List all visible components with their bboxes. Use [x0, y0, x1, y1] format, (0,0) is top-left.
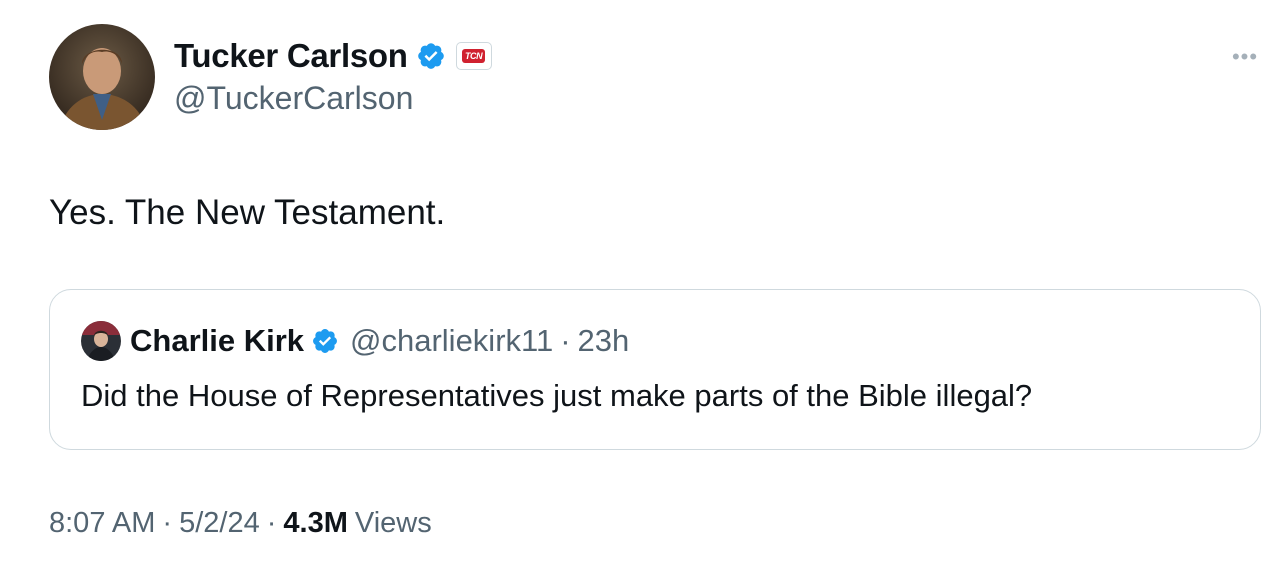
author-name-row: Tucker Carlson TCN: [174, 34, 492, 78]
author-display-name[interactable]: Tucker Carlson: [174, 37, 408, 75]
more-options-button[interactable]: •••: [1228, 40, 1262, 74]
tweet-meta: 8:07 AM · 5/2/24 · 4.3M Views: [49, 503, 432, 543]
views-count[interactable]: 4.3M: [283, 507, 347, 540]
quoted-tweet-text: Did the House of Representatives just ma…: [81, 378, 1033, 413]
tweet-time[interactable]: 8:07 AM: [49, 507, 155, 540]
quoted-author-avatar-image: [81, 321, 121, 361]
quoted-author-display-name[interactable]: Charlie Kirk: [130, 323, 304, 359]
verified-badge-icon: [416, 41, 446, 71]
tweet-text: Yes. The New Testament.: [49, 193, 446, 232]
affiliation-badge-label: TCN: [461, 49, 486, 63]
views-label[interactable]: Views: [355, 507, 432, 540]
quoted-author-row: Charlie Kirk @charliekirk11 · 23h: [130, 320, 629, 362]
meta-separator: ·: [162, 506, 173, 539]
quoted-verified-badge-icon: [311, 327, 339, 355]
tweet-date[interactable]: 5/2/24: [179, 507, 260, 540]
quoted-author-avatar[interactable]: [81, 321, 121, 361]
quoted-tweet-card[interactable]: Charlie Kirk @charliekirk11 · 23h Did th…: [49, 289, 1261, 450]
meta-separator: ·: [266, 506, 277, 539]
previous-tweet-fragment: [300, 0, 520, 4]
quoted-timestamp[interactable]: 23h: [578, 323, 630, 359]
author-avatar[interactable]: [49, 24, 155, 130]
quoted-separator: ·: [560, 323, 571, 358]
affiliation-badge[interactable]: TCN: [455, 42, 492, 70]
more-horizontal-icon: •••: [1231, 44, 1259, 69]
quoted-author-handle[interactable]: @charliekirk11: [350, 323, 553, 359]
author-handle[interactable]: @TuckerCarlson: [174, 80, 413, 117]
author-avatar-image: [49, 24, 155, 130]
